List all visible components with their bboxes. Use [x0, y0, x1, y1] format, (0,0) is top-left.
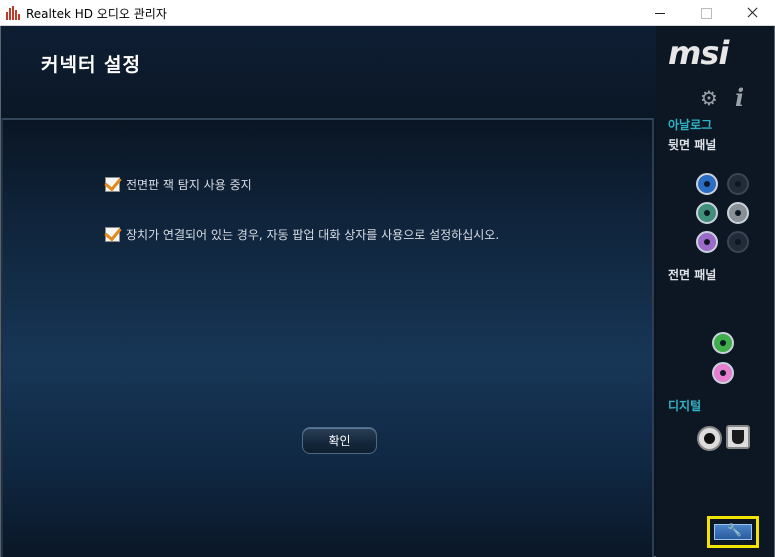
sidebar: msi ⚙ i 아날로그 뒷면 패널 전면 패널 디지털 [656, 26, 774, 557]
auto-popup-dialog-option[interactable]: 장치가 연결되어 있는 경우, 자동 팝업 대화 상자를 사용으로 설정하십시오… [105, 225, 499, 243]
rear-mic-purple-jack[interactable] [696, 231, 718, 253]
msi-logo: msi [668, 34, 729, 72]
close-button[interactable] [729, 0, 775, 26]
rear-line-in-jack[interactable] [696, 173, 718, 195]
disable-front-jack-detection-label: 전면판 잭 탐지 사용 중지 [126, 177, 252, 192]
rear-panel-heading: 뒷면 패널 [668, 138, 717, 152]
window-title: Realtek HD 오디오 관리자 [26, 7, 167, 21]
minimize-button[interactable] [637, 0, 683, 26]
analog-heading: 아날로그 [668, 118, 713, 132]
page-header: 커넥터 설정 [1, 26, 656, 118]
gear-icon[interactable]: ⚙ [700, 86, 718, 110]
digital-heading: 디지털 [668, 399, 702, 413]
realtek-speaker-icon [6, 6, 20, 20]
rear-surround-jack[interactable] [727, 231, 749, 253]
front-panel-heading: 전면 패널 [668, 268, 717, 282]
front-headphone-jack[interactable] [712, 332, 734, 354]
front-mic-jack[interactable] [712, 362, 734, 384]
digital-coaxial-jack[interactable] [697, 426, 722, 451]
advanced-settings-button[interactable] [707, 516, 759, 548]
rear-side-jack[interactable] [727, 173, 749, 195]
auto-popup-dialog-label: 장치가 연결되어 있는 경우, 자동 팝업 대화 상자를 사용으로 설정하십시오… [126, 227, 500, 242]
connector-settings-panel [1, 118, 654, 557]
title-bar: Realtek HD 오디오 관리자 [0, 0, 775, 26]
disable-front-jack-detection-checkbox[interactable] [105, 176, 120, 192]
ok-button[interactable]: 확인 [302, 427, 377, 454]
maximize-button[interactable] [683, 0, 729, 26]
info-icon[interactable]: i [735, 83, 744, 112]
digital-optical-jack[interactable] [726, 425, 750, 449]
rear-mic-gray-jack[interactable] [727, 202, 749, 224]
disable-front-jack-detection-option[interactable]: 전면판 잭 탐지 사용 중지 [105, 175, 252, 193]
rear-front-out-jack[interactable] [696, 202, 718, 224]
main-frame: 커넥터 설정 전면판 잭 탐지 사용 중지 장치가 연결되어 있는 경우, 자동… [0, 26, 775, 557]
wrench-icon [714, 523, 752, 540]
page-title: 커넥터 설정 [41, 54, 142, 76]
auto-popup-dialog-checkbox[interactable] [105, 226, 120, 242]
